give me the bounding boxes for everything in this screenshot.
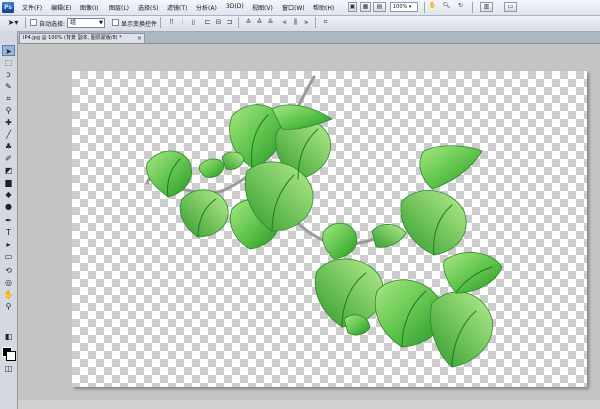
zoom-tool-icon[interactable]: 🔍︎ (442, 2, 451, 12)
mini-bridge-icon[interactable]: ▦ (360, 2, 371, 12)
document-tab-title: IP4.jpg @ 100% (背景 副本, 图层蒙版/8) * (23, 35, 122, 41)
menu-view[interactable]: 视图(V) (252, 3, 273, 12)
photoshop-logo: Ps (2, 2, 14, 13)
close-tab-icon[interactable]: × (137, 34, 142, 43)
lasso-tool-icon[interactable]: ↄ (2, 69, 15, 80)
menu-filter[interactable]: 滤镜(T) (167, 3, 187, 12)
distribute-right-icon[interactable]: ⫸ (302, 18, 311, 27)
distribute-bottom-icon[interactable]: ≚ (266, 18, 275, 27)
eyedropper-tool-icon[interactable]: ⚲ (2, 105, 15, 116)
3d-camera-tool-icon[interactable]: ◎ (2, 277, 15, 288)
document-canvas[interactable] (72, 71, 587, 387)
document-tab[interactable]: IP4.jpg @ 100% (背景 副本, 图层蒙版/8) * × (19, 33, 145, 43)
align-top-icon[interactable]: ⫪ (167, 18, 176, 27)
zoom-level-select[interactable]: 100% ▾ (390, 2, 418, 12)
show-transform-label: 显示变换控件 (121, 21, 158, 28)
align-vcenter-icon[interactable]: ⫶ (178, 18, 187, 27)
zoom-tool-icon[interactable]: ⚲ (2, 301, 15, 312)
hand-tool-icon[interactable]: ✋ (2, 289, 15, 300)
hand-tool-icon[interactable]: ✋ (428, 2, 437, 12)
dodge-tool-icon[interactable]: ● (2, 201, 15, 212)
healing-brush-tool-icon[interactable]: ✚ (2, 117, 15, 128)
move-tool-icon[interactable]: ➤ (2, 45, 15, 56)
background-color-swatch[interactable] (6, 351, 16, 361)
distribute-hcenter-icon[interactable]: ⫼ (291, 18, 300, 27)
shape-tool-icon[interactable]: ▭ (2, 251, 15, 262)
separator (424, 2, 425, 13)
auto-select-label: 自动选择: (39, 21, 66, 28)
separator (25, 17, 26, 28)
toolbox: ➤ ⬚ ↄ ✎ ⌗ ⚲ ✚ ╱ ♣ ✐ ◩ ▆ ◆ ● ✒ T ▸ ▭ ⟲ ◎ … (0, 31, 18, 409)
clone-stamp-tool-icon[interactable]: ♣ (2, 141, 15, 152)
screen-mode-icon[interactable]: ▭ (504, 2, 517, 12)
menu-window[interactable]: 窗口(W) (282, 3, 305, 12)
bridge-icon[interactable]: ▣ (348, 2, 357, 12)
menu-image[interactable]: 图像(I) (80, 3, 98, 12)
align-right-icon[interactable]: ⊐ (225, 18, 234, 27)
distribute-vcenter-icon[interactable]: ≙ (255, 18, 264, 27)
type-tool-icon[interactable]: T (2, 227, 15, 238)
auto-select-dropdown[interactable]: 组 ▼ (67, 18, 105, 28)
separator (315, 17, 316, 28)
separator (472, 2, 473, 13)
move-tool-preset-icon[interactable]: ➤▾ (6, 17, 20, 28)
quick-mask-icon[interactable]: ◫ (2, 363, 15, 374)
align-hcenter-icon[interactable]: ⊟ (214, 18, 223, 27)
gradient-tool-icon[interactable]: ▆ (2, 177, 15, 188)
status-bar (18, 400, 600, 409)
brush-tool-icon[interactable]: ╱ (2, 129, 15, 140)
menu-analysis[interactable]: 分析(A) (196, 3, 217, 12)
leaf-group (146, 104, 503, 368)
menu-edit[interactable]: 编辑(E) (51, 3, 71, 12)
menu-layer[interactable]: 图层(L) (109, 3, 129, 12)
path-selection-tool-icon[interactable]: ▸ (2, 239, 15, 250)
pen-tool-icon[interactable]: ✒ (2, 215, 15, 226)
rotate-view-icon[interactable]: ↻ (456, 2, 465, 12)
menu-file[interactable]: 文件(F) (22, 3, 42, 12)
eraser-tool-icon[interactable]: ◩ (2, 165, 15, 176)
view-extras-icon[interactable]: ▤ (373, 2, 386, 12)
separator (160, 17, 161, 28)
blur-tool-icon[interactable]: ◆ (2, 189, 15, 200)
menu-bar: Ps 文件(F) 编辑(E) 图像(I) 图层(L) 选择(S) 滤镜(T) 分… (0, 0, 600, 16)
show-transform-checkbox[interactable] (112, 19, 119, 26)
auto-select-checkbox[interactable] (30, 19, 37, 26)
separator (238, 17, 239, 28)
ivy-leaves-artwork (145, 75, 503, 368)
arrange-documents-icon[interactable]: ▥ (480, 2, 493, 12)
menu-select[interactable]: 选择(S) (138, 3, 159, 12)
vertical-scroll-area[interactable] (594, 44, 600, 399)
distribute-top-icon[interactable]: ≛ (244, 18, 253, 27)
quick-select-tool-icon[interactable]: ✎ (2, 81, 15, 92)
3d-rotate-tool-icon[interactable]: ⟲ (2, 265, 15, 276)
history-brush-tool-icon[interactable]: ✐ (2, 153, 15, 164)
auto-align-layers-icon[interactable]: ⌗ (321, 18, 330, 27)
marquee-tool-icon[interactable]: ⬚ (2, 57, 15, 68)
default-colors-icon[interactable]: ◧ (2, 331, 15, 342)
distribute-left-icon[interactable]: ⫷ (280, 18, 289, 27)
menu-help[interactable]: 帮助(H) (313, 3, 334, 12)
align-left-icon[interactable]: ⊏ (203, 18, 212, 27)
menu-3d[interactable]: 3D(D) (226, 3, 244, 10)
crop-tool-icon[interactable]: ⌗ (2, 93, 15, 104)
align-bottom-icon[interactable]: ⫫ (189, 18, 198, 27)
